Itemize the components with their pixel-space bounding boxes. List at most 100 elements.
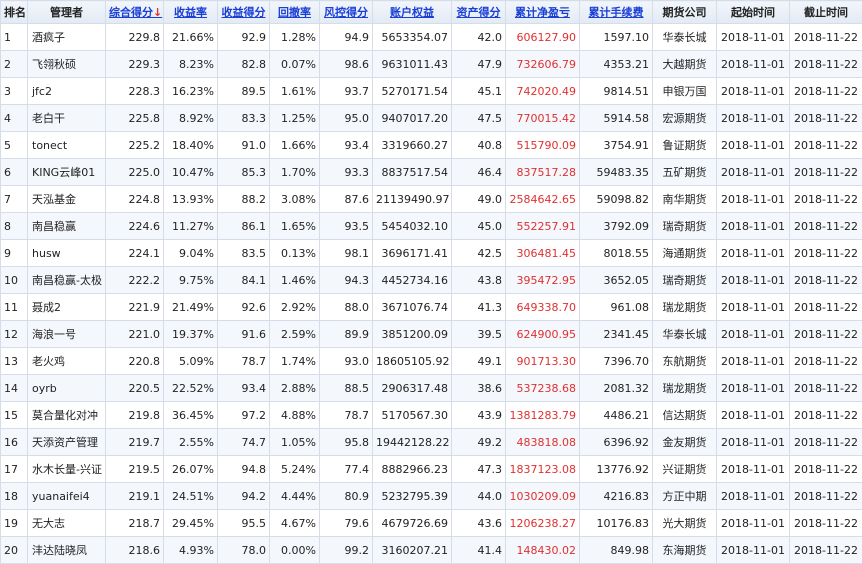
cell-return-score: 95.5	[218, 510, 270, 537]
cell-return-score: 83.5	[218, 240, 270, 267]
cell-return-rate: 2.55%	[164, 429, 218, 456]
cell-start-time: 2018-11-01	[717, 132, 790, 159]
cell-risk-score: 80.9	[320, 483, 373, 510]
table-row: 20 沣达陆晓凤 218.6 4.93% 78.0 0.00% 99.2 316…	[1, 537, 862, 564]
cell-risk-score: 93.3	[320, 159, 373, 186]
cell-return-rate: 13.93%	[164, 186, 218, 213]
table-row: 16 天添资产管理 219.7 2.55% 74.7 1.05% 95.8 19…	[1, 429, 862, 456]
cell-risk-score: 89.9	[320, 321, 373, 348]
table-row: 17 水木长量-兴证 219.5 26.07% 94.8 5.24% 77.4 …	[1, 456, 862, 483]
cell-return-score: 78.0	[218, 537, 270, 564]
cell-rank: 19	[1, 510, 28, 537]
header-net-pnl[interactable]: 累计净盈亏	[506, 1, 580, 24]
cell-start-time: 2018-11-01	[717, 537, 790, 564]
cell-fees: 5914.58	[580, 105, 653, 132]
cell-risk-score: 88.5	[320, 375, 373, 402]
cell-risk-score: 93.0	[320, 348, 373, 375]
cell-risk-score: 78.7	[320, 402, 373, 429]
header-composite-score[interactable]: 综合得分↓	[106, 1, 164, 24]
cell-equity: 3160207.21	[373, 537, 452, 564]
cell-manager[interactable]: 酒疯子	[28, 24, 106, 51]
table-row: 6 KING云峰01 225.0 10.47% 85.3 1.70% 93.3 …	[1, 159, 862, 186]
header-manager: 管理者	[28, 1, 106, 24]
cell-return-rate: 10.47%	[164, 159, 218, 186]
header-fees[interactable]: 累计手续费	[580, 1, 653, 24]
header-asset-score[interactable]: 资产得分	[452, 1, 506, 24]
cell-manager[interactable]: 海浪一号	[28, 321, 106, 348]
cell-broker: 大越期货	[653, 51, 717, 78]
cell-composite-score: 224.6	[106, 213, 164, 240]
cell-return-score: 91.6	[218, 321, 270, 348]
cell-fees: 3652.05	[580, 267, 653, 294]
cell-rank: 17	[1, 456, 28, 483]
header-rank: 排名	[1, 1, 28, 24]
cell-return-rate: 18.40%	[164, 132, 218, 159]
cell-return-score: 91.0	[218, 132, 270, 159]
cell-manager[interactable]: 天泓基金	[28, 186, 106, 213]
cell-manager[interactable]: 飞翎秋硕	[28, 51, 106, 78]
cell-composite-score: 221.9	[106, 294, 164, 321]
cell-return-score: 93.4	[218, 375, 270, 402]
cell-broker: 华泰长城	[653, 24, 717, 51]
cell-fees: 59483.35	[580, 159, 653, 186]
cell-drawdown: 1.65%	[270, 213, 320, 240]
cell-manager[interactable]: oyrb	[28, 375, 106, 402]
cell-manager[interactable]: 南昌稳赢-太极	[28, 267, 106, 294]
table-row: 11 聂成2 221.9 21.49% 92.6 2.92% 88.0 3671…	[1, 294, 862, 321]
cell-asset-score: 46.4	[452, 159, 506, 186]
cell-manager[interactable]: husw	[28, 240, 106, 267]
cell-manager[interactable]: 沣达陆晓凤	[28, 537, 106, 564]
cell-broker: 瑞奇期货	[653, 267, 717, 294]
cell-manager[interactable]: 无大志	[28, 510, 106, 537]
cell-manager[interactable]: 天添资产管理	[28, 429, 106, 456]
cell-asset-score: 49.0	[452, 186, 506, 213]
cell-drawdown: 0.00%	[270, 537, 320, 564]
header-return-score[interactable]: 收益得分	[218, 1, 270, 24]
cell-manager[interactable]: 聂成2	[28, 294, 106, 321]
table-row: 13 老火鸡 220.8 5.09% 78.7 1.74% 93.0 18605…	[1, 348, 862, 375]
cell-drawdown: 1.28%	[270, 24, 320, 51]
header-end-time: 截止时间	[790, 1, 862, 24]
header-return-rate[interactable]: 收益率	[164, 1, 218, 24]
table-row: 12 海浪一号 221.0 19.37% 91.6 2.59% 89.9 385…	[1, 321, 862, 348]
header-equity[interactable]: 账户权益	[373, 1, 452, 24]
cell-manager[interactable]: 莫合量化对冲	[28, 402, 106, 429]
cell-rank: 8	[1, 213, 28, 240]
cell-return-rate: 4.93%	[164, 537, 218, 564]
cell-drawdown: 1.25%	[270, 105, 320, 132]
cell-risk-score: 87.6	[320, 186, 373, 213]
cell-manager[interactable]: 水木长量-兴证	[28, 456, 106, 483]
cell-broker: 光大期货	[653, 510, 717, 537]
cell-manager[interactable]: KING云峰01	[28, 159, 106, 186]
table-row: 19 无大志 218.7 29.45% 95.5 4.67% 79.6 4679…	[1, 510, 862, 537]
cell-fees: 3754.91	[580, 132, 653, 159]
table-row: 9 husw 224.1 9.04% 83.5 0.13% 98.1 36961…	[1, 240, 862, 267]
cell-manager[interactable]: tonect	[28, 132, 106, 159]
header-risk-score[interactable]: 风控得分	[320, 1, 373, 24]
cell-manager[interactable]: jfc2	[28, 78, 106, 105]
cell-net-pnl: 1381283.79	[506, 402, 580, 429]
header-drawdown[interactable]: 回撤率	[270, 1, 320, 24]
header-composite-score-label: 综合得分	[109, 6, 153, 19]
ranking-table: 排名 管理者 综合得分↓ 收益率 收益得分 回撤率 风控得分 账户权益 资产得分…	[0, 0, 862, 564]
cell-manager[interactable]: 老火鸡	[28, 348, 106, 375]
cell-equity: 5232795.39	[373, 483, 452, 510]
cell-return-score: 83.3	[218, 105, 270, 132]
cell-fees: 59098.82	[580, 186, 653, 213]
cell-composite-score: 225.8	[106, 105, 164, 132]
cell-net-pnl: 901713.30	[506, 348, 580, 375]
cell-broker: 鲁证期货	[653, 132, 717, 159]
cell-broker: 瑞龙期货	[653, 294, 717, 321]
cell-start-time: 2018-11-01	[717, 456, 790, 483]
cell-manager[interactable]: 老白干	[28, 105, 106, 132]
cell-return-score: 89.5	[218, 78, 270, 105]
cell-composite-score: 228.3	[106, 78, 164, 105]
cell-drawdown: 4.88%	[270, 402, 320, 429]
cell-fees: 9814.51	[580, 78, 653, 105]
cell-manager[interactable]: 南昌稳赢	[28, 213, 106, 240]
cell-rank: 20	[1, 537, 28, 564]
cell-end-time: 2018-11-22	[790, 321, 862, 348]
cell-manager[interactable]: yuanaifei4	[28, 483, 106, 510]
cell-net-pnl: 649338.70	[506, 294, 580, 321]
cell-return-score: 85.3	[218, 159, 270, 186]
